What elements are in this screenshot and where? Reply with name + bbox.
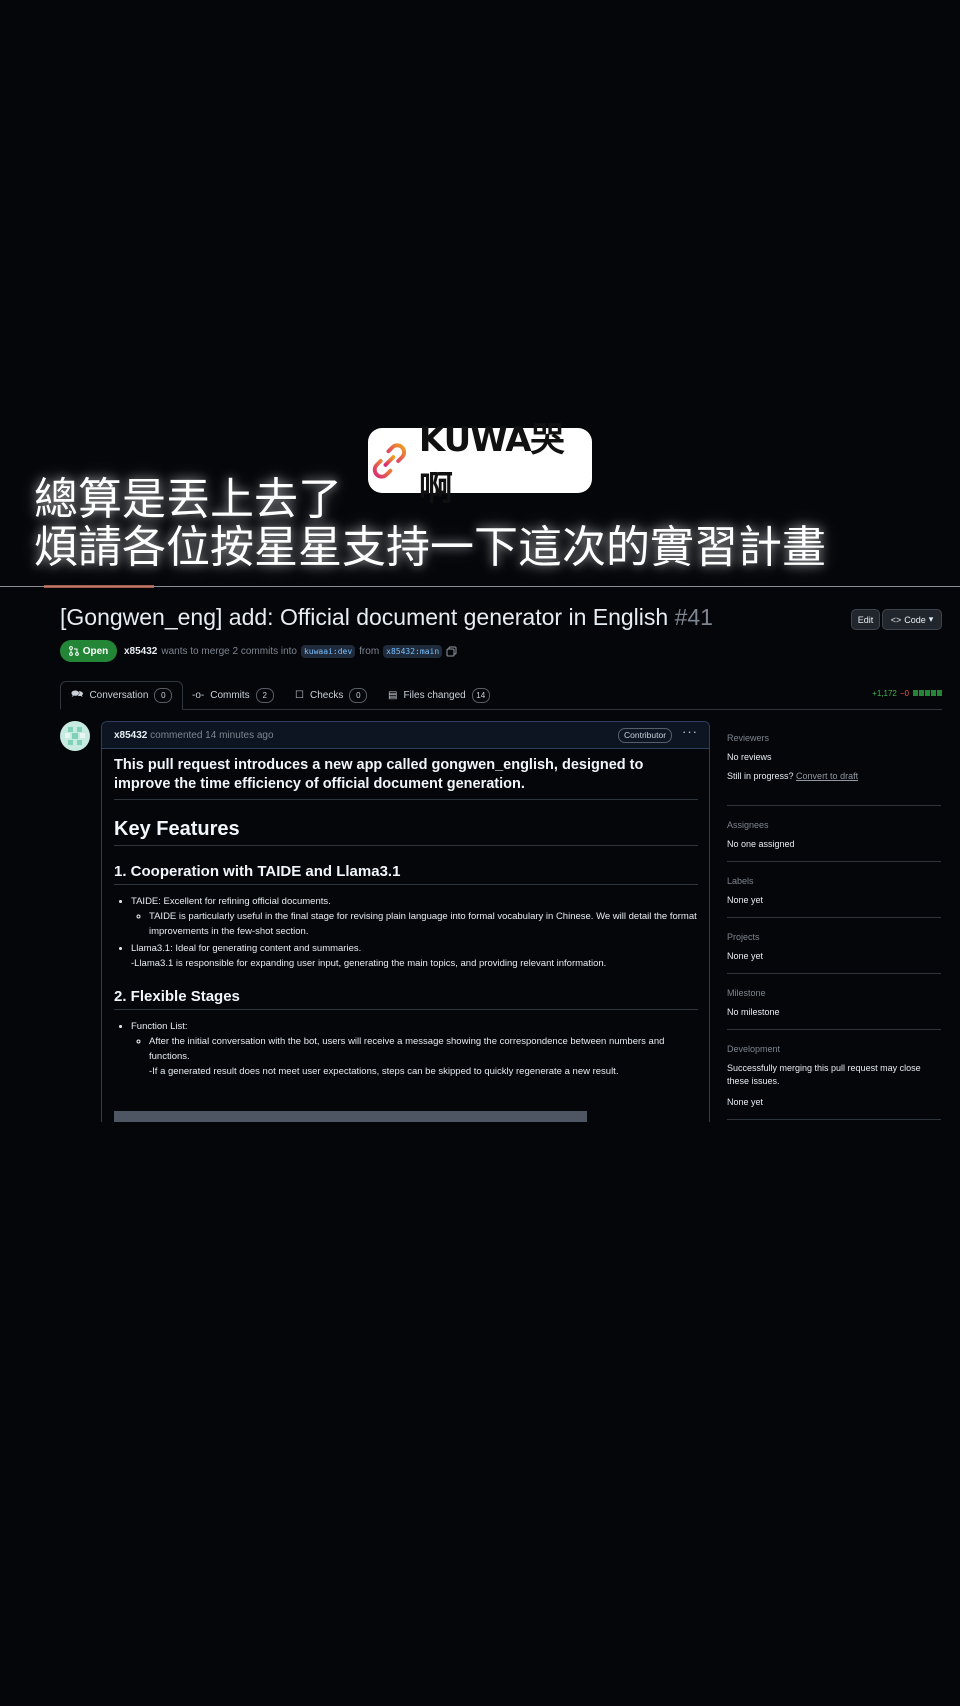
sidebar-heading[interactable]: Development	[727, 1044, 941, 1054]
checklist-icon: ☐	[295, 689, 304, 701]
sidebar-value: No milestone	[727, 1007, 780, 1017]
intro-paragraph: This pull request introduces a new app c…	[114, 756, 698, 800]
page-title: [Gongwen_eng] add: Official document gen…	[60, 604, 713, 631]
code-icon: <>	[890, 614, 902, 625]
tab-commits[interactable]: -o- Commits 2	[192, 681, 274, 709]
sidebar-heading[interactable]: Assignees	[727, 820, 941, 830]
section-2-list: Function List: After the initial convers…	[114, 1019, 698, 1079]
heading-section-2: 2. Flexible Stages	[114, 988, 698, 1010]
tab-count: 0	[349, 687, 368, 703]
comment-author-line: x85432 commented 14 minutes ago	[114, 730, 274, 741]
tab-files-changed[interactable]: ▤ Files changed 14	[388, 681, 490, 709]
merge-text: wants to merge 2 commits into	[161, 646, 297, 657]
contributor-badge: Contributor	[618, 728, 673, 743]
deletions-count: −0	[899, 689, 909, 698]
head-branch[interactable]: x85432:main	[383, 645, 443, 658]
section-1-list: TAIDE: Excellent for refining official d…	[114, 894, 698, 971]
sub-list-item-text: After the initial conversation with the …	[149, 1036, 665, 1062]
subtitle-line-2: 煩請各位按星星支持一下這次的實習計畫	[34, 522, 826, 573]
tab-conversation[interactable]: 🗪 Conversation 0	[60, 681, 184, 710]
additions-count: +1,172	[872, 689, 897, 698]
code-button[interactable]: <> Code ▾	[882, 609, 942, 630]
pr-sidebar: Reviewers No reviews Still in progress? …	[727, 733, 941, 1134]
sub-list-item: TAIDE is particularly useful in the fina…	[149, 909, 698, 939]
tab-label: Checks	[309, 689, 344, 701]
code-button-label: Code	[904, 614, 926, 625]
heading-section-1: 1. Cooperation with TAIDE and Llama3.1	[114, 863, 698, 885]
file-diff-icon: ▤	[388, 689, 398, 701]
convert-to-draft-link[interactable]: Convert to draft	[796, 771, 858, 781]
pr-tabs: 🗪 Conversation 0 -o- Commits 2 ☐ Checks …	[60, 681, 942, 710]
sidebar-heading[interactable]: Projects	[727, 932, 941, 942]
pull-request-icon	[68, 646, 79, 656]
embedded-image-preview	[114, 1111, 587, 1122]
sidebar-heading[interactable]: Reviewers	[727, 733, 941, 743]
comment-header: x85432 commented 14 minutes ago Contribu…	[102, 722, 709, 749]
tab-count: 14	[471, 687, 490, 703]
copy-icon[interactable]	[446, 646, 457, 657]
comment-action: commented 14 minutes ago	[150, 730, 274, 741]
sidebar-value: No one assigned	[727, 839, 795, 849]
list-item: Function List: After the initial convers…	[131, 1019, 698, 1079]
pr-title-text: [Gongwen_eng] add: Official document gen…	[60, 604, 669, 630]
sidebar-assignees[interactable]: Assignees No one assigned	[727, 820, 941, 862]
comment-author[interactable]: x85432	[114, 730, 147, 741]
sidebar-development[interactable]: Development Successfully merging this pu…	[727, 1044, 941, 1120]
status-badge: Open	[60, 640, 117, 662]
tab-count: 2	[255, 687, 274, 703]
list-item-text: Function List:	[131, 1021, 188, 1032]
base-branch[interactable]: kuwaai:dev	[300, 645, 356, 658]
list-item: Llama3.1: Ideal for generating content a…	[131, 941, 698, 971]
sidebar-value: No reviews	[727, 752, 772, 762]
list-item-text: TAIDE: Excellent for refining official d…	[131, 896, 331, 907]
sidebar-projects[interactable]: Projects None yet	[727, 932, 941, 974]
progress-accent	[44, 585, 154, 588]
sidebar-value: None yet	[727, 1097, 764, 1107]
tab-count: 0	[154, 688, 173, 703]
tab-label: Conversation	[89, 690, 149, 701]
from-text: from	[359, 646, 380, 657]
heading-key-features: Key Features	[114, 818, 698, 846]
sub-list-item-note: -If a generated result does not meet use…	[149, 1066, 619, 1077]
list-item-note: -Llama3.1 is responsible for expanding u…	[131, 958, 607, 969]
status-label: Open	[82, 645, 109, 657]
avatar[interactable]	[60, 721, 90, 751]
draft-question: Still in progress?	[727, 771, 794, 781]
list-item: TAIDE: Excellent for refining official d…	[131, 894, 698, 939]
diffstat-blocks	[912, 689, 942, 698]
sidebar-reviewers[interactable]: Reviewers No reviews Still in progress? …	[727, 733, 941, 806]
sidebar-milestone[interactable]: Milestone No milestone	[727, 988, 941, 1030]
sidebar-value: None yet	[727, 951, 764, 961]
list-item-text: Llama3.1: Ideal for generating content a…	[131, 943, 362, 954]
sidebar-heading[interactable]: Labels	[727, 876, 941, 886]
caret-down-icon: ▾	[928, 614, 934, 624]
comment-body: This pull request introduces a new app c…	[114, 756, 698, 1081]
author-link[interactable]: x85432	[124, 646, 157, 657]
edit-button[interactable]: Edit	[851, 609, 880, 630]
pr-description-comment: x85432 commented 14 minutes ago Contribu…	[101, 721, 710, 1122]
video-subtitle: 總算是丟上去了 煩請各位按星星支持一下這次的實習計畫	[34, 476, 826, 572]
development-note: Successfully merging this pull request m…	[727, 1063, 921, 1086]
tab-label: Commits	[210, 689, 250, 701]
pr-meta: x85432 wants to merge 2 commits into kuw…	[124, 645, 457, 658]
tab-label: Files changed	[403, 689, 466, 701]
sidebar-labels[interactable]: Labels None yet	[727, 876, 941, 918]
subtitle-line-1: 總算是丟上去了	[34, 474, 342, 525]
sidebar-heading[interactable]: Milestone	[727, 988, 941, 998]
draft-hint: Still in progress? Convert to draft	[727, 770, 941, 783]
comment-discussion-icon: 🗪	[71, 689, 84, 700]
diffstat: +1,172 −0	[872, 689, 942, 698]
commit-icon: -o-	[192, 689, 205, 701]
tab-checks[interactable]: ☐ Checks 0	[295, 681, 368, 709]
kebab-menu-icon[interactable]: ···	[682, 724, 698, 739]
pr-number: #41	[674, 604, 713, 630]
sub-list-item: After the initial conversation with the …	[149, 1034, 698, 1079]
sidebar-value: None yet	[727, 895, 764, 905]
